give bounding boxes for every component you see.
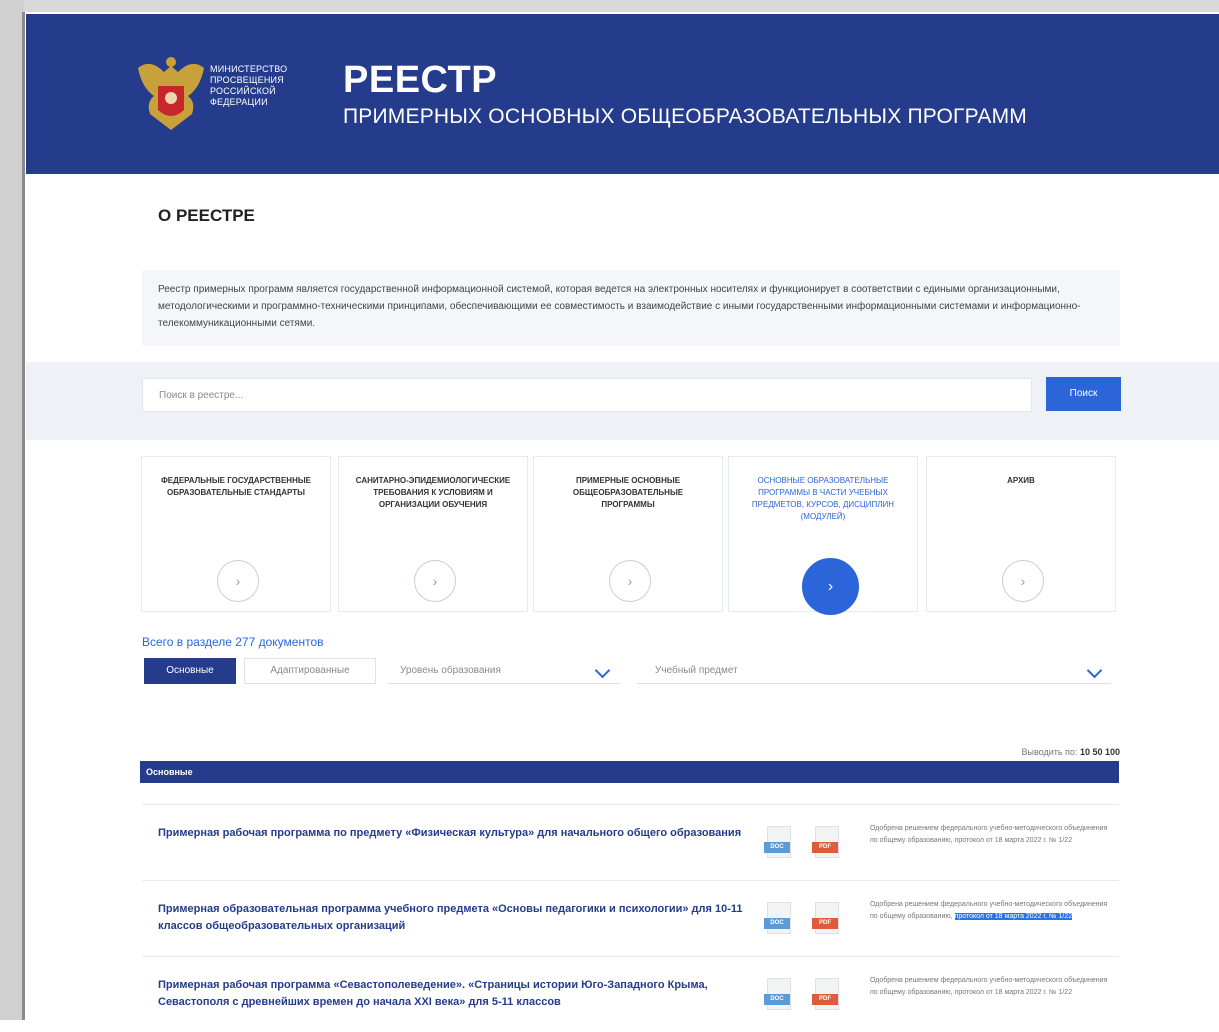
document-row: Примерная рабочая программа по предмету … — [142, 804, 1119, 880]
approval-highlight: протокол от 18 марта 2022 г. № 1/22 — [954, 913, 1073, 920]
subject-label: Учебный предмет — [655, 665, 738, 676]
about-title: О РЕЕСТРЕ — [158, 206, 255, 225]
ministry-line: МИНИСТЕРСТВО — [210, 64, 288, 74]
pdf-tag: PDF — [812, 842, 838, 853]
document-row: Примерная образовательная программа учеб… — [142, 880, 1119, 956]
frame-top-edge — [0, 0, 1219, 12]
per-page-label: Выводить по: — [1021, 747, 1078, 757]
chevron-right-icon[interactable]: › — [414, 560, 456, 602]
pdf-file-icon[interactable]: PDF — [812, 978, 839, 1010]
category-label: ОСНОВНЫЕ ОБРАЗОВАТЕЛЬНЫЕ ПРОГРАММЫ В ЧАС… — [751, 476, 895, 521]
approval-note: Одобрена решением федерального учебно-ме… — [870, 823, 1108, 847]
doc-tag: DOC — [764, 918, 790, 929]
education-level-select[interactable]: Уровень образования — [388, 658, 620, 684]
document-count: Всего в разделе 277 документов — [142, 635, 324, 649]
doc-tag: DOC — [764, 842, 790, 853]
category-label: АРХИВ — [1007, 476, 1035, 485]
chevron-down-icon — [1086, 662, 1103, 679]
per-page-control: Выводить по: 10 50 100 — [960, 747, 1121, 757]
pdf-file-icon[interactable]: PDF — [812, 902, 839, 934]
chevron-right-icon[interactable]: › — [217, 560, 259, 602]
approval-text: Одобрена решением федерального учебно-ме… — [870, 977, 1108, 996]
document-row: Примерная рабочая программа «Севастополе… — [142, 956, 1119, 1032]
pdf-tag: PDF — [812, 918, 838, 929]
coat-of-arms-icon[interactable] — [130, 52, 212, 136]
category-card-example-programs[interactable]: ПРИМЕРНЫЕ ОСНОВНЫЕ ОБЩЕОБРАЗОВАТЕЛЬНЫЕ П… — [533, 456, 723, 612]
document-title-link[interactable]: Примерная рабочая программа «Севастополе… — [158, 977, 743, 1011]
doc-file-icon[interactable]: DOC — [764, 902, 791, 934]
category-card-subject-programs[interactable]: ОСНОВНЫЕ ОБРАЗОВАТЕЛЬНЫЕ ПРОГРАММЫ В ЧАС… — [728, 456, 918, 615]
category-label: ФЕДЕРАЛЬНЫЕ ГОСУДАРСТВЕННЫЕ ОБРАЗОВАТЕЛЬ… — [160, 476, 312, 497]
doc-tag: DOC — [764, 994, 790, 1005]
chevron-right-icon[interactable]: › — [1002, 560, 1044, 602]
education-level-label: Уровень образования — [400, 665, 501, 676]
table-header: Основные — [140, 761, 1119, 783]
chevron-right-icon[interactable]: › — [609, 560, 651, 602]
search-input[interactable]: Поиск в реестре... — [142, 378, 1032, 412]
category-card-sanitary[interactable]: САНИТАРНО-ЭПИДЕМИОЛОГИЧЕСКИЕ ТРЕБОВАНИЯ … — [338, 456, 528, 612]
ministry-line: ПРОСВЕЩЕНИЯ — [210, 75, 284, 85]
approval-note: Одобрена решением федерального учебно-ме… — [870, 975, 1108, 999]
registry-subtitle: ПРИМЕРНЫХ ОСНОВНЫХ ОБЩЕОБРАЗОВАТЕЛЬНЫХ П… — [343, 105, 1027, 128]
pdf-file-icon[interactable]: PDF — [812, 826, 839, 858]
ministry-line: ФЕДЕРАЦИИ — [210, 97, 268, 107]
registry-title: РЕЕСТР — [343, 59, 498, 101]
search-button[interactable]: Поиск — [1046, 377, 1121, 411]
chevron-down-icon — [594, 662, 611, 679]
category-label: ПРИМЕРНЫЕ ОСНОВНЫЕ ОБЩЕОБРАЗОВАТЕЛЬНЫЕ П… — [572, 476, 684, 509]
approval-note: Одобрена решением федерального учебно-ме… — [870, 899, 1108, 923]
document-title-link[interactable]: Примерная образовательная программа учеб… — [158, 901, 743, 935]
doc-file-icon[interactable]: DOC — [764, 826, 791, 858]
tab-adapted[interactable]: Адаптированные — [244, 658, 376, 684]
tab-main[interactable]: Основные — [144, 658, 236, 684]
ministry-line: РОССИЙСКОЙ — [210, 86, 276, 96]
ministry-name: МИНИСТЕРСТВО ПРОСВЕЩЕНИЯ РОССИЙСКОЙ ФЕДЕ… — [210, 64, 320, 108]
subject-select[interactable]: Учебный предмет — [637, 658, 1111, 684]
pdf-tag: PDF — [812, 994, 838, 1005]
doc-file-icon[interactable]: DOC — [764, 978, 791, 1010]
chevron-right-icon[interactable]: › — [802, 558, 859, 615]
document-title-link[interactable]: Примерная рабочая программа по предмету … — [158, 825, 743, 842]
category-card-standards[interactable]: ФЕДЕРАЛЬНЫЕ ГОСУДАРСТВЕННЫЕ ОБРАЗОВАТЕЛЬ… — [141, 456, 331, 612]
category-card-archive[interactable]: АРХИВ › — [926, 456, 1116, 612]
category-label: САНИТАРНО-ЭПИДЕМИОЛОГИЧЕСКИЕ ТРЕБОВАНИЯ … — [355, 476, 511, 509]
about-description: Реестр примерных программ является госуд… — [142, 270, 1120, 346]
per-page-options[interactable]: 10 50 100 — [1080, 747, 1120, 757]
site-header: МИНИСТЕРСТВО ПРОСВЕЩЕНИЯ РОССИЙСКОЙ ФЕДЕ… — [26, 14, 1219, 174]
frame-left-edge — [0, 0, 24, 1020]
frame-left-border — [22, 12, 25, 1020]
approval-text: Одобрена решением федерального учебно-ме… — [870, 825, 1108, 844]
